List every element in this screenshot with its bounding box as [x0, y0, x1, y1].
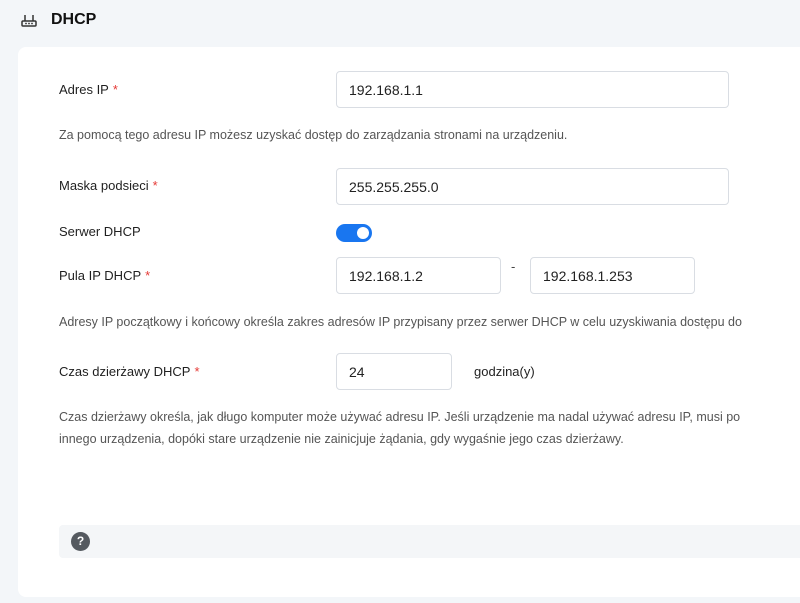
- required-mark: *: [112, 82, 118, 97]
- lease-time-unit: godzina(y): [474, 364, 535, 379]
- ip-address-label: Adres IP *: [59, 82, 118, 97]
- required-mark: *: [152, 178, 158, 193]
- settings-card: Adres IP* Za pomocą tego adresu IP możes…: [18, 47, 800, 597]
- ip-address-input[interactable]: [336, 71, 729, 108]
- ip-pool-separator: -: [511, 259, 516, 274]
- question-circle-icon[interactable]: ?: [71, 532, 90, 551]
- subnet-mask-input[interactable]: [336, 168, 729, 205]
- lease-time-label: Czas dzierżawy DHCP *: [59, 364, 200, 379]
- lease-time-help-line-2: innego urządzenia, dopóki stare urządzen…: [59, 432, 624, 446]
- ip-pool-label: Pula IP DHCP *: [59, 268, 150, 283]
- subnet-mask-label-text: Maska podsieci: [59, 178, 149, 193]
- ip-pool-label-text: Pula IP DHCP: [59, 268, 142, 283]
- page-header: DHCP: [21, 9, 96, 31]
- toggle-knob: [357, 227, 369, 239]
- required-mark: *: [194, 364, 200, 379]
- subnet-mask-label: Maska podsieci *: [59, 178, 158, 193]
- dhcp-server-toggle[interactable]: [336, 224, 372, 242]
- router-icon: [21, 15, 37, 27]
- lease-time-help-line-1: Czas dzierżawy określa, jak długo komput…: [59, 410, 741, 424]
- lease-time-input[interactable]: [336, 353, 452, 390]
- lease-time-label-text: Czas dzierżawy DHCP: [59, 364, 191, 379]
- required-mark: *: [145, 268, 151, 283]
- ip-address-label-text: Adres IP: [59, 82, 109, 97]
- page: DHCP Adres IP* Za pomocą tego adresu IP …: [0, 0, 800, 603]
- dhcp-server-label: Serwer DHCP: [59, 224, 141, 239]
- page-title: DHCP: [51, 11, 97, 28]
- ip-address-help: Za pomocą tego adresu IP możesz uzyskać …: [59, 128, 568, 142]
- help-bar: ?: [59, 525, 800, 558]
- ip-pool-start-input[interactable]: [336, 257, 501, 294]
- dhcp-server-label-text: Serwer DHCP: [59, 224, 141, 239]
- ip-pool-end-input[interactable]: [530, 257, 695, 294]
- ip-pool-help: Adresy IP początkowy i końcowy określa z…: [59, 315, 742, 329]
